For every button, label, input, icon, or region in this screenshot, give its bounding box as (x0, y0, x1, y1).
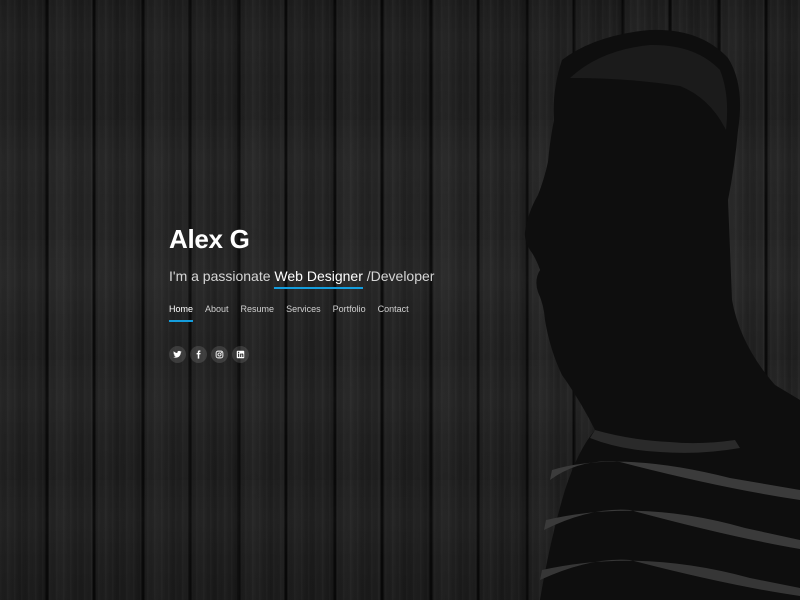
hero-content: Alex G I'm a passionate Web Designer /De… (169, 222, 489, 363)
hero-tagline: I'm a passionate Web Designer /Developer (169, 266, 489, 289)
tagline-typed-text: Web Designer (274, 268, 363, 289)
tagline-prefix: I'm a passionate (169, 268, 275, 284)
twitter-icon (173, 350, 182, 358)
hero-section: Alex G I'm a passionate Web Designer /De… (0, 0, 800, 600)
instagram-link[interactable] (211, 346, 228, 363)
facebook-link[interactable] (190, 346, 207, 363)
nav-item-services[interactable]: Services (286, 302, 321, 322)
hero-name: Alex G (169, 224, 250, 254)
linkedin-link[interactable] (232, 346, 249, 363)
nav-item-portfolio[interactable]: Portfolio (333, 302, 366, 322)
nav-item-contact[interactable]: Contact (378, 302, 409, 322)
nav-item-about[interactable]: About (205, 302, 229, 322)
twitter-link[interactable] (169, 346, 186, 363)
instagram-icon (215, 350, 224, 359)
portrait-photo (524, 29, 800, 600)
linkedin-icon (236, 350, 245, 359)
nav-item-resume[interactable]: Resume (241, 302, 275, 322)
main-nav: Home About Resume Services Portfolio Con… (169, 302, 489, 322)
tagline-suffix: /Developer (362, 268, 435, 284)
nav-item-home[interactable]: Home (169, 302, 194, 322)
social-links (169, 346, 489, 363)
facebook-icon (196, 350, 201, 359)
